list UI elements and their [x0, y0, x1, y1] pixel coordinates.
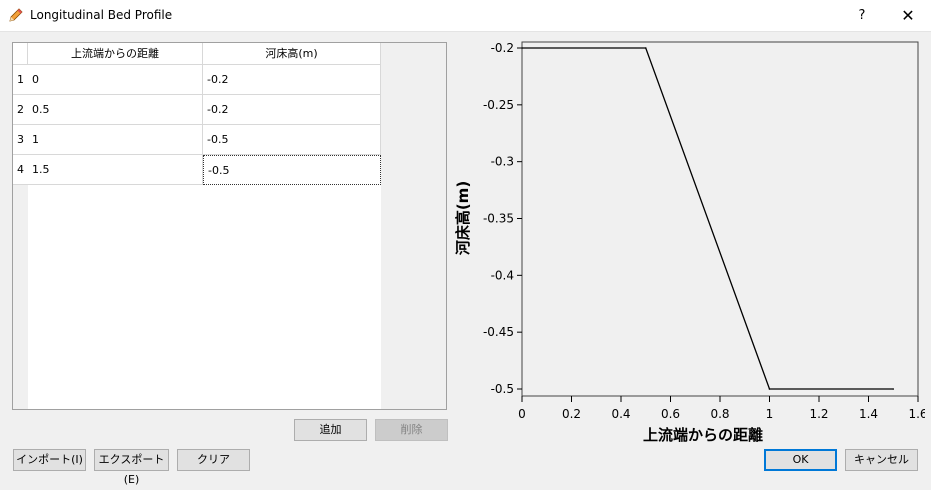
data-point — [521, 47, 523, 49]
window-title: Longitudinal Bed Profile — [30, 8, 173, 22]
clear-button[interactable]: クリア — [177, 449, 250, 471]
cell-distance[interactable]: 0 — [28, 65, 203, 95]
x-tick-label: 0.4 — [611, 407, 630, 421]
data-point — [644, 47, 647, 49]
x-tick-label: 0.2 — [562, 407, 581, 421]
data-point — [768, 388, 771, 390]
bed-profile-table: 上流端からの距離 河床高(m) 1 0 -0.2 2 0.5 -0.2 3 1 … — [12, 42, 447, 410]
x-tick-label: 0.8 — [710, 407, 729, 421]
column-header-distance[interactable]: 上流端からの距離 — [28, 43, 203, 65]
x-tick-label: 1.4 — [859, 407, 878, 421]
y-tick-label: -0.5 — [491, 382, 514, 396]
cell-distance[interactable]: 0.5 — [28, 95, 203, 125]
y-tick-label: -0.3 — [491, 155, 514, 169]
add-button[interactable]: 追加 — [294, 419, 367, 441]
pencil-icon — [9, 8, 23, 22]
close-button[interactable]: ✕ — [894, 0, 922, 31]
ok-button[interactable]: OK — [764, 449, 837, 471]
cell-distance[interactable]: 1 — [28, 125, 203, 155]
row-header[interactable]: 3 — [13, 125, 28, 155]
import-button[interactable]: インポート(I) — [13, 449, 86, 471]
cell-elevation[interactable]: -0.2 — [203, 95, 381, 125]
export-button[interactable]: エクスポート(E) — [94, 449, 169, 486]
y-tick-label: -0.45 — [483, 325, 514, 339]
x-tick-label: 0.6 — [661, 407, 680, 421]
plot-area — [521, 41, 919, 397]
x-tick-label: 1.2 — [809, 407, 828, 421]
y-tick-label: -0.4 — [491, 268, 514, 282]
x-axis-label: 上流端からの距離 — [643, 426, 763, 444]
row-header[interactable]: 2 — [13, 95, 28, 125]
cell-elevation-selected[interactable]: -0.5 — [203, 155, 381, 185]
y-tick-label: -0.2 — [491, 41, 514, 55]
x-tick-label: 1 — [766, 407, 774, 421]
help-button[interactable]: ? — [850, 0, 874, 31]
table-corner[interactable] — [13, 43, 28, 65]
cell-distance[interactable]: 1.5 — [28, 155, 203, 185]
row-header[interactable]: 4 — [13, 155, 28, 185]
y-tick-label: -0.35 — [483, 212, 514, 226]
x-tick-label: 1.6 — [908, 407, 925, 421]
y-axis-label: 河床高(m) — [455, 181, 472, 255]
cancel-button[interactable]: キャンセル — [845, 449, 918, 471]
cell-elevation[interactable]: -0.2 — [203, 65, 381, 95]
data-point — [892, 388, 895, 390]
title-bar: Longitudinal Bed Profile ? ✕ — [0, 0, 931, 32]
row-header[interactable]: 1 — [13, 65, 28, 95]
y-tick-label: -0.25 — [483, 98, 514, 112]
cell-elevation[interactable]: -0.5 — [203, 125, 381, 155]
delete-button[interactable]: 削除 — [375, 419, 448, 441]
x-tick-label: 0 — [518, 407, 526, 421]
column-header-elevation[interactable]: 河床高(m) — [203, 43, 381, 65]
bed-profile-chart: -0.2 -0.25 -0.3 -0.35 -0.4 -0.45 -0.5 0 0.2 0.4 0… — [455, 41, 925, 444]
